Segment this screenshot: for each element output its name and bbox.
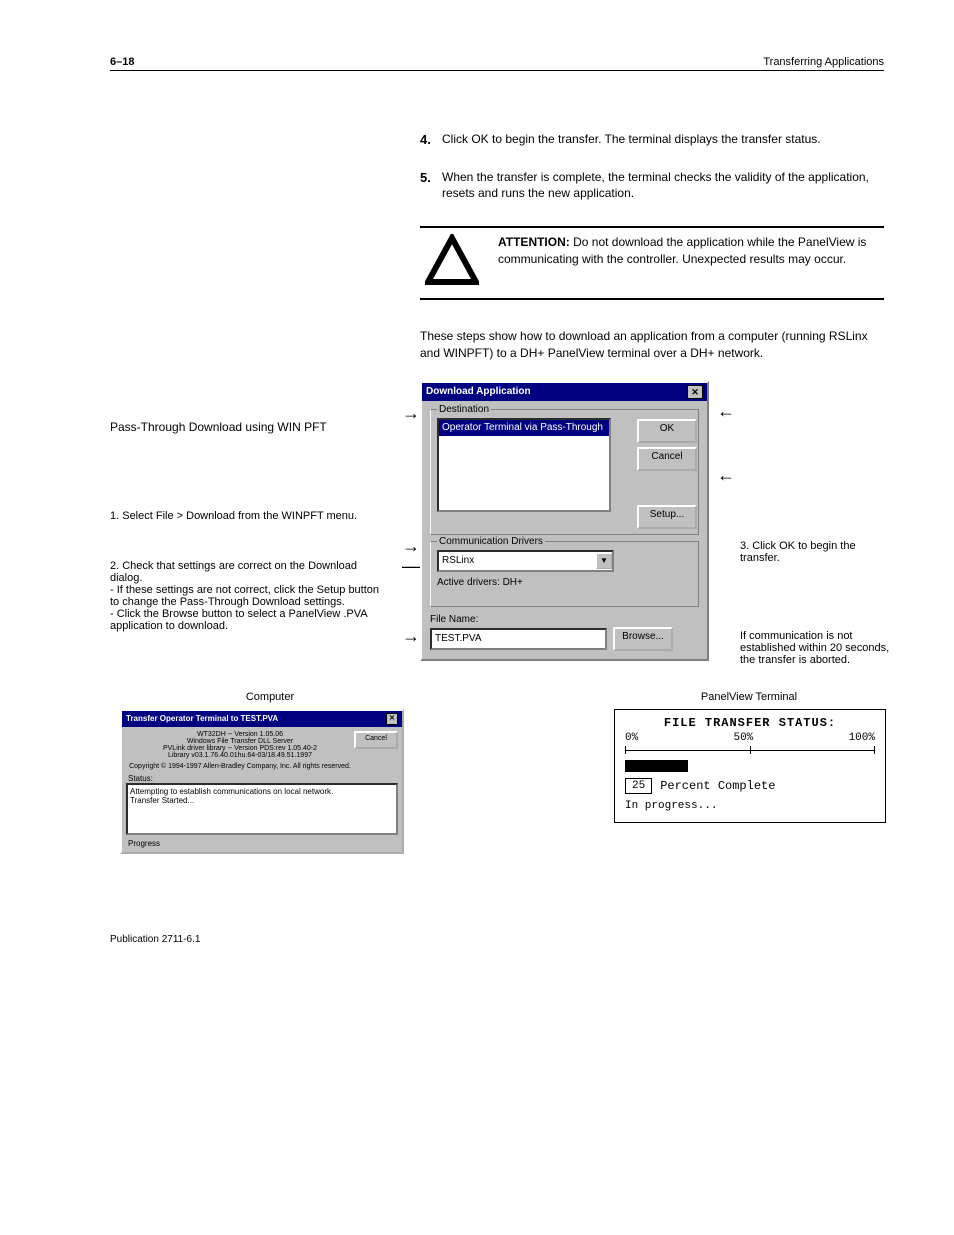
chevron-down-icon[interactable]: ▼: [596, 553, 612, 569]
step-text: When the transfer is complete, the termi…: [442, 169, 884, 202]
section-heading: Pass-Through Download using WIN PFT: [110, 420, 327, 434]
close-icon[interactable]: ✕: [687, 385, 703, 399]
dialog-titlebar: Download Application ✕: [422, 383, 707, 401]
comm-driver-combo[interactable]: RSLinx ▼: [437, 550, 614, 572]
ok-button[interactable]: OK: [637, 419, 697, 443]
progress-bar: [625, 760, 875, 772]
attention-box: ATTENTION: Do not download the applicati…: [420, 226, 884, 300]
computer-label: Computer: [120, 691, 420, 703]
version-text: WT32DH -- Version 1.05.06: [126, 731, 354, 738]
step-4: 4. Click OK to begin the transfer. The t…: [420, 131, 884, 149]
step-number: 4.: [420, 131, 442, 149]
filename-label: File Name:: [430, 613, 699, 627]
transfer-dialog: Transfer Operator Terminal to TEST.PVA ✕…: [120, 709, 404, 854]
step-5: 5. When the transfer is complete, the te…: [420, 169, 884, 202]
attention-title: ATTENTION:: [498, 235, 570, 249]
percent-value: 25: [625, 778, 652, 794]
list-item[interactable]: Operator Terminal via Pass-Through: [439, 420, 609, 436]
percent-100: 100%: [849, 732, 875, 744]
status-line: Attempting to establish communications o…: [130, 787, 394, 796]
percent-50: 50%: [733, 732, 753, 744]
info-text: Library v03.1.76.40.01hu.64-03/18.49.51.…: [126, 752, 354, 759]
comm-drivers-label: Communication Drivers: [437, 535, 545, 549]
page-number: 6–18: [110, 56, 134, 68]
copyright-text: Copyright © 1994-1997 Allen-Bradley Comp…: [126, 763, 354, 770]
setup-button[interactable]: Setup...: [637, 505, 697, 529]
step-text: Click OK to begin the transfer. The term…: [442, 131, 884, 149]
status-line: Transfer Started...: [130, 796, 394, 805]
destination-label: Destination: [437, 403, 491, 417]
transfer-title: Transfer Operator Terminal to TEST.PVA: [126, 714, 278, 723]
cancel-button[interactable]: Cancel: [637, 447, 697, 471]
info-text: Windows File Transfer DLL Server: [126, 738, 354, 745]
download-application-dialog: Download Application ✕ Destination Opera…: [420, 381, 709, 661]
file-transfer-status-box: FILE TRANSFER STATUS: 0% 50% 100%: [614, 709, 886, 823]
scale-track: [625, 746, 875, 756]
section-intro: These steps show how to download an appl…: [420, 328, 884, 361]
info-text: PVLink driver library -- Version PDS:rev…: [126, 745, 354, 752]
in-progress-label: In progress...: [625, 800, 875, 812]
combo-value: RSLinx: [442, 554, 474, 568]
filename-field[interactable]: TEST.PVA: [430, 628, 607, 650]
status-title: FILE TRANSFER STATUS:: [625, 716, 875, 730]
panelview-label: PanelView Terminal: [614, 691, 884, 703]
progress-fill: [625, 760, 688, 772]
percent-complete-label: Percent Complete: [660, 779, 775, 793]
page-header: 6–18 Transferring Applications: [110, 56, 884, 71]
status-textbox: Attempting to establish communications o…: [126, 783, 398, 835]
warning-triangle-icon: [420, 234, 484, 288]
browse-button[interactable]: Browse...: [613, 627, 673, 651]
active-drivers-label: Active drivers: DH+: [437, 576, 692, 590]
chapter-title: Transferring Applications: [763, 56, 884, 68]
status-label: Status:: [128, 774, 398, 783]
percent-0: 0%: [625, 732, 638, 744]
dialog-title: Download Application: [426, 385, 531, 399]
close-icon[interactable]: ✕: [386, 713, 398, 725]
callout-step1: 1. Select File > Download from the WINPF…: [110, 510, 380, 522]
progress-label: Progress: [128, 839, 398, 848]
publication-footer: Publication 2711-6.1: [110, 934, 884, 945]
callout-step2: 2. Check that settings are correct on th…: [110, 560, 380, 632]
cancel-button[interactable]: Cancel: [354, 731, 398, 749]
step-number: 5.: [420, 169, 442, 202]
destination-listbox[interactable]: Operator Terminal via Pass-Through: [437, 418, 611, 512]
